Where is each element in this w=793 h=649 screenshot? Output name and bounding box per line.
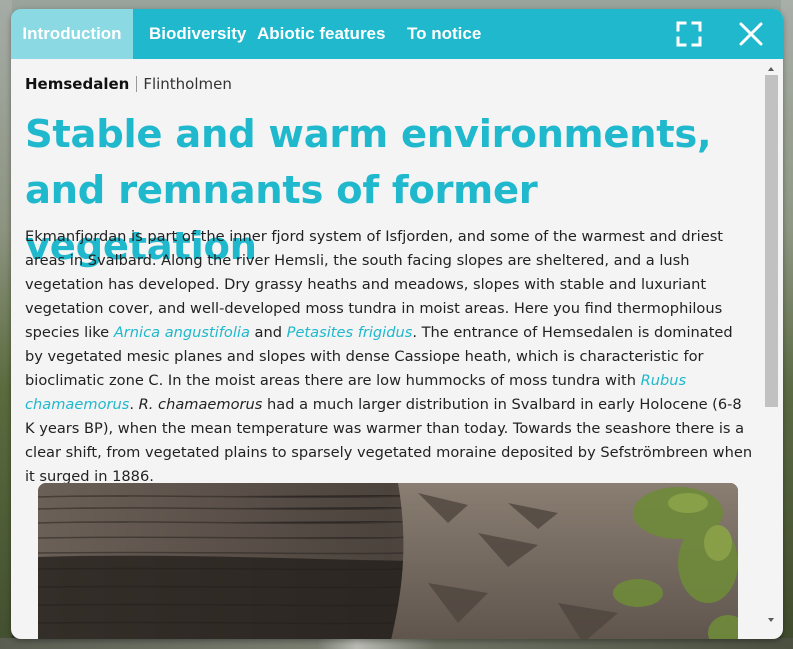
body-text-and: and: [249, 324, 287, 341]
scroll-down-arrow-icon[interactable]: [759, 612, 783, 626]
body-text-3: .: [129, 396, 139, 413]
info-panel: Introduction Biodiversity Abiotic featur…: [11, 9, 783, 639]
close-icon[interactable]: [735, 18, 767, 50]
fullscreen-icon[interactable]: [673, 18, 705, 50]
background-landscape-bottom: [0, 638, 793, 649]
scroll-thumb[interactable]: [765, 75, 778, 407]
breadcrumb-site: Flintholmen: [143, 75, 232, 93]
species-link-petasites[interactable]: Petasites frigidus: [287, 324, 413, 341]
tab-to-notice[interactable]: To notice: [407, 9, 481, 59]
tab-biodiversity[interactable]: Biodiversity: [149, 9, 246, 59]
breadcrumb-area: Hemsedalen: [25, 75, 130, 93]
tab-bar: Introduction Biodiversity Abiotic featur…: [11, 9, 783, 59]
scrollbar[interactable]: [759, 59, 783, 639]
article-body: Ekmanfjordan is part of the inner fjord …: [25, 225, 755, 489]
scroll-up-arrow-icon[interactable]: [759, 61, 783, 75]
tab-introduction[interactable]: Introduction: [11, 9, 133, 59]
breadcrumb: Hemsedalen Flintholmen: [25, 75, 232, 93]
species-abbrev: R. chamaemorus: [138, 396, 263, 413]
species-link-arnica[interactable]: Arnica angustifolia: [114, 324, 250, 341]
landscape-photo: [38, 483, 738, 639]
breadcrumb-divider: [136, 76, 138, 92]
content-area: Hemsedalen Flintholmen Stable and warm en…: [11, 59, 759, 639]
tab-abiotic-features[interactable]: Abiotic features: [257, 9, 385, 59]
